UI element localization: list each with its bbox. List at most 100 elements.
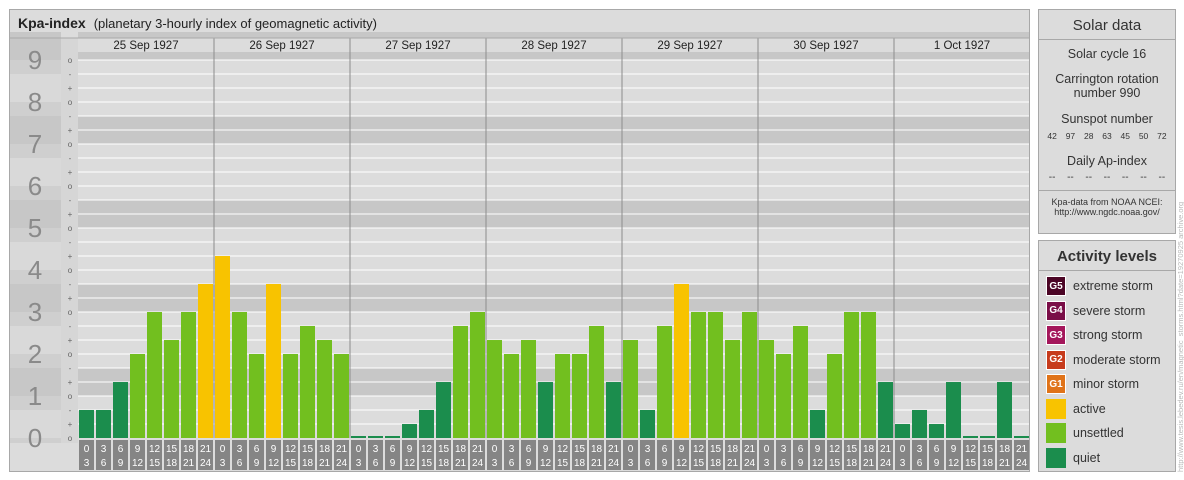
hour-end-label: 12	[132, 458, 144, 469]
kp-bar	[521, 340, 536, 438]
hour-end-label: 15	[421, 458, 433, 469]
hour-end-label: 6	[509, 458, 515, 469]
kp-bar	[113, 382, 128, 438]
activity-level-swatch: G3	[1046, 325, 1066, 345]
kp-bar	[640, 409, 655, 438]
activity-level-swatch	[1046, 447, 1066, 468]
hour-start-label: 12	[421, 444, 433, 455]
hour-start-label: 3	[917, 444, 923, 455]
carrington-line-1: Carrington rotation	[1055, 72, 1159, 86]
kp-bar	[198, 283, 213, 438]
hour-start-label: 0	[220, 444, 226, 455]
hour-end-label: 3	[628, 458, 634, 469]
hour-start-label: 9	[407, 444, 413, 455]
hour-end-label: 24	[880, 458, 892, 469]
hour-end-label: 15	[829, 458, 841, 469]
activity-level-label: quiet	[1073, 450, 1101, 465]
ap-value: --	[1158, 172, 1166, 183]
activity-level-label: extreme storm	[1073, 279, 1153, 293]
hour-end-label: 21	[863, 458, 875, 469]
hour-start-label: 6	[390, 444, 396, 455]
kp-bar	[419, 409, 434, 438]
y-minor-label: +	[68, 126, 73, 135]
kp-bar	[827, 354, 842, 438]
hour-end-label: 18	[574, 458, 586, 469]
ap-value: --	[1067, 172, 1074, 183]
hour-end-label: 12	[812, 458, 824, 469]
hour-start-label: 21	[472, 444, 484, 455]
kp-bar	[538, 382, 553, 438]
activity-level-row: G3 strong storm	[1046, 325, 1142, 345]
y-minor-label: o	[68, 140, 73, 149]
y-minor-label: +	[68, 420, 73, 429]
y-minor-label: -	[69, 196, 72, 205]
kp-bar	[810, 409, 825, 438]
activity-level-row: active	[1046, 398, 1106, 419]
hour-start-label: 9	[135, 444, 141, 455]
kp-bar	[470, 312, 485, 438]
y-tick-label: 4	[28, 255, 42, 285]
hour-end-label: 12	[404, 458, 416, 469]
source-link[interactable]: http://www.ngdc.noaa.gov/	[1039, 207, 1175, 217]
hour-start-label: 15	[438, 444, 450, 455]
hour-start-label: 18	[319, 444, 331, 455]
activity-level-swatch: G2	[1046, 349, 1066, 370]
kp-bar	[997, 382, 1012, 438]
hour-end-label: 21	[591, 458, 603, 469]
activity-level-row: G5 extreme storm	[1046, 276, 1153, 296]
hour-start-label: 0	[356, 444, 362, 455]
hour-end-label: 3	[900, 458, 906, 469]
hour-start-label: 18	[183, 444, 195, 455]
y-minor-label: o	[68, 56, 73, 65]
hour-start-label: 9	[815, 444, 821, 455]
hour-end-label: 6	[645, 458, 651, 469]
hour-start-label: 0	[84, 444, 90, 455]
hour-start-label: 18	[591, 444, 603, 455]
kp-bar	[164, 340, 179, 438]
kp-bar	[266, 283, 281, 438]
hour-start-label: 3	[373, 444, 379, 455]
kp-bar	[929, 424, 944, 438]
hour-end-label: 9	[934, 458, 940, 469]
kp-bar	[912, 409, 927, 438]
ap-value: --	[1085, 172, 1093, 183]
hour-end-label: 3	[764, 458, 770, 469]
hour-start-label: 15	[846, 444, 858, 455]
hour-start-label: 21	[744, 444, 756, 455]
hour-start-label: 6	[118, 444, 124, 455]
hour-end-label: 15	[149, 458, 161, 469]
hour-start-label: 15	[710, 444, 722, 455]
kp-bar	[623, 340, 638, 438]
hour-end-label: 24	[744, 458, 756, 469]
kp-bar	[572, 354, 587, 438]
y-minor-label: +	[68, 336, 73, 345]
hour-start-label: 6	[798, 444, 804, 455]
ap-title: Daily Ap-index	[1067, 154, 1147, 168]
hour-end-label: 3	[356, 458, 362, 469]
hour-end-label: 15	[693, 458, 705, 469]
hour-end-label: 6	[373, 458, 379, 469]
hour-end-label: 12	[540, 458, 552, 469]
kp-bar	[555, 354, 570, 438]
date-label: 29 Sep 1927	[657, 40, 722, 52]
kp-bar	[283, 354, 298, 438]
carrington-line-2: number 990	[1073, 86, 1141, 100]
activity-level-swatch	[1046, 423, 1066, 443]
hour-end-label: 24	[1016, 458, 1028, 469]
sunspot-value: 63	[1102, 131, 1112, 141]
kp-bar	[708, 312, 723, 438]
hour-end-label: 21	[183, 458, 195, 469]
hour-end-label: 3	[84, 458, 90, 469]
kp-bar	[1014, 436, 1029, 438]
sunspot-value: 97	[1065, 131, 1076, 141]
watermark: http://www.tesis.lebedev.ru/en/magnetic_…	[1176, 201, 1184, 472]
hour-end-label: 24	[336, 458, 348, 469]
y-minor-label: +	[68, 294, 73, 303]
hour-start-label: 0	[900, 444, 906, 455]
y-tick-label: 8	[28, 87, 42, 117]
kp-bar	[759, 340, 774, 438]
hour-start-label: 3	[781, 444, 787, 455]
y-minor-label: -	[69, 238, 72, 247]
hour-end-label: 21	[999, 458, 1011, 469]
y-minor-label: -	[69, 280, 72, 289]
